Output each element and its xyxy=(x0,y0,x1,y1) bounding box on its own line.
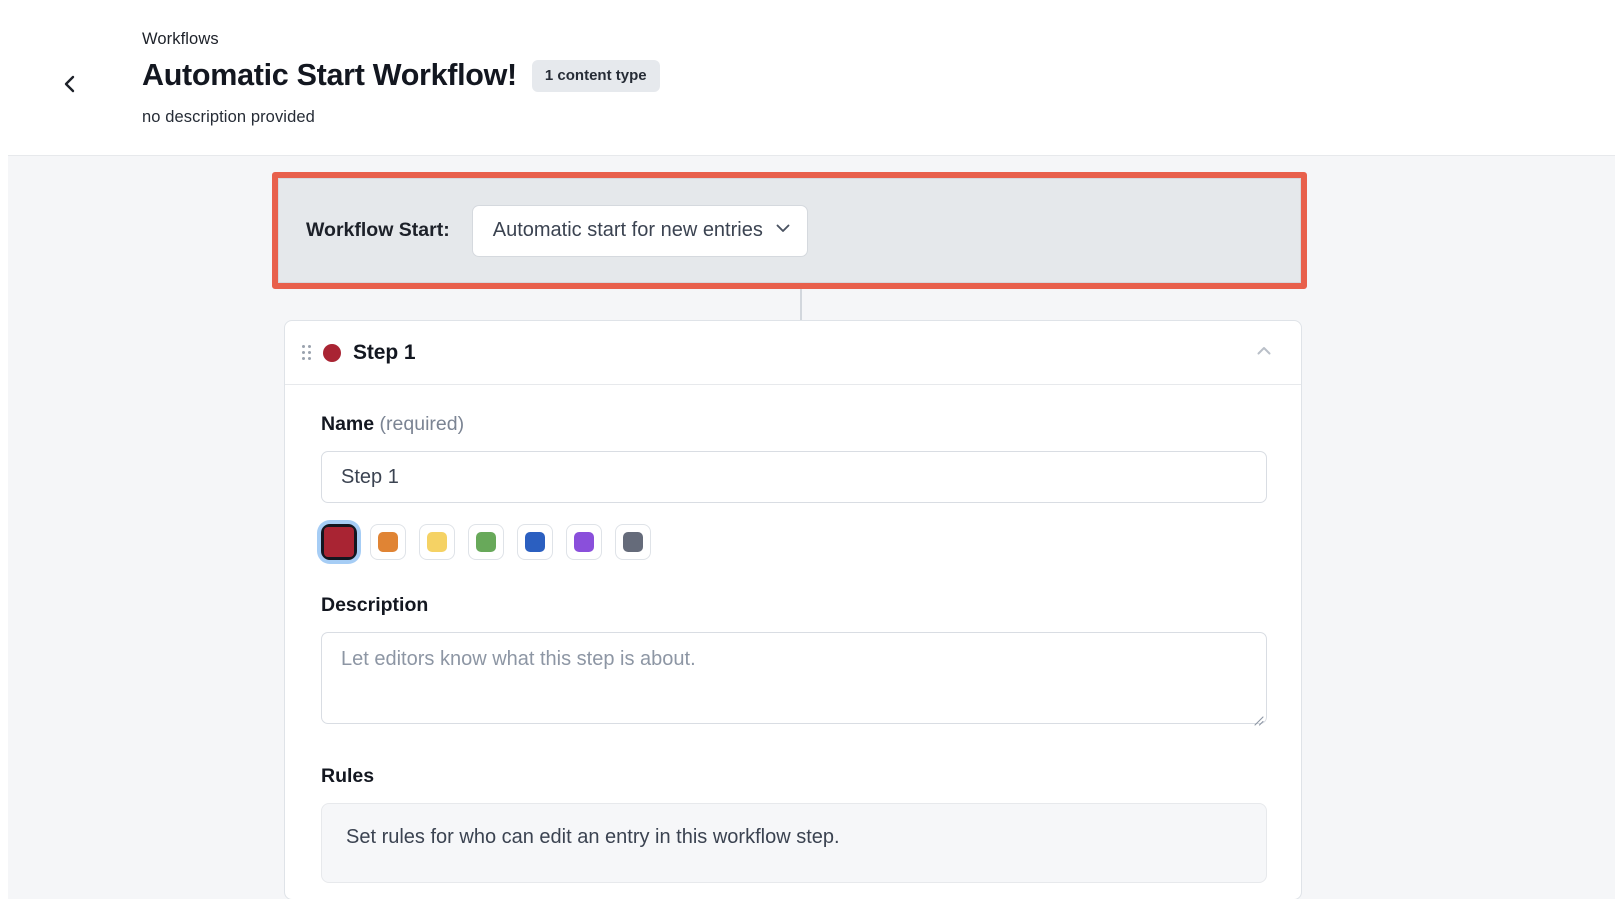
color-chip xyxy=(476,532,496,552)
color-swatch-gray[interactable] xyxy=(615,524,651,560)
rules-panel: Set rules for who can edit an entry in t… xyxy=(321,803,1267,883)
chevron-left-icon xyxy=(59,73,81,95)
workflow-start-label: Workflow Start: xyxy=(306,219,450,241)
drag-handle-icon[interactable] xyxy=(302,345,311,360)
step-description-textarea[interactable] xyxy=(321,632,1267,724)
name-field-label: Name (required) xyxy=(321,413,1265,436)
step-color-swatches xyxy=(321,524,1265,560)
workflow-start-highlight: Workflow Start: Automatic start for new … xyxy=(272,172,1307,289)
content-type-badge: 1 content type xyxy=(531,59,660,92)
title-row: Automatic Start Workflow! 1 content type xyxy=(142,58,660,93)
description-textarea-wrapper xyxy=(321,632,1267,729)
rules-block: Rules Set rules for who can edit an entr… xyxy=(321,765,1267,883)
color-swatch-blue[interactable] xyxy=(517,524,553,560)
description-block: Description xyxy=(321,594,1267,729)
color-chip xyxy=(623,532,643,552)
color-swatch-orange[interactable] xyxy=(370,524,406,560)
collapse-step-button[interactable] xyxy=(1247,336,1281,370)
rules-label: Rules xyxy=(321,765,375,787)
step-card: Step 1 Name (required) Step 1 Descriptio… xyxy=(284,320,1302,899)
color-chip xyxy=(427,532,447,552)
step-color-dot xyxy=(323,343,341,362)
workflow-start-select[interactable]: Automatic start for new entries xyxy=(471,204,808,257)
name-required-text: (required) xyxy=(379,413,465,435)
step-name-input[interactable] xyxy=(321,451,1267,503)
workflow-start-select-value: Automatic start for new entries xyxy=(492,219,763,241)
color-swatch-green[interactable] xyxy=(468,524,504,560)
app-root: Workflows Automatic Start Workflow! 1 co… xyxy=(8,8,1615,899)
color-swatch-red[interactable] xyxy=(321,524,357,560)
color-chip xyxy=(525,532,545,552)
breadcrumb[interactable]: Workflows xyxy=(142,30,219,49)
step-card-header[interactable]: Step 1 xyxy=(285,321,1301,385)
description-field-label: Description xyxy=(321,594,429,616)
chevron-down-icon xyxy=(773,218,793,243)
step-title: Step 1 xyxy=(353,340,416,364)
step-card-body: Name (required) Step 1 Description Let e… xyxy=(285,385,1301,883)
page-header: Workflows Automatic Start Workflow! 1 co… xyxy=(8,8,1615,156)
workflow-start-panel: Workflow Start: Automatic start for new … xyxy=(278,178,1301,283)
color-swatch-yellow[interactable] xyxy=(419,524,455,560)
color-chip xyxy=(378,532,398,552)
page-description: no description provided xyxy=(142,108,315,126)
name-label-text: Name xyxy=(321,413,375,435)
back-button[interactable] xyxy=(46,60,94,108)
chevron-up-icon xyxy=(1254,341,1274,364)
workflow-connector-line xyxy=(800,289,802,322)
color-swatch-purple[interactable] xyxy=(566,524,602,560)
color-chip xyxy=(324,527,354,557)
page-title: Automatic Start Workflow! xyxy=(142,58,517,92)
color-chip xyxy=(574,532,594,552)
